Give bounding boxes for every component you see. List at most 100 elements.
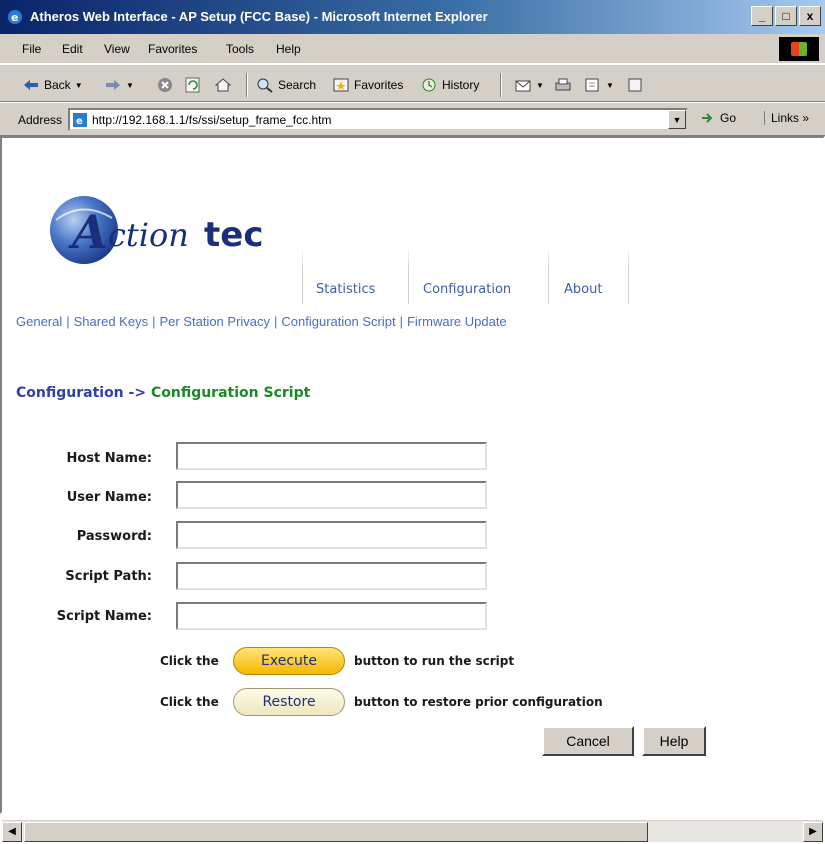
tab-divider — [628, 246, 629, 304]
minimize-button[interactable]: _ — [751, 6, 773, 26]
maximize-button[interactable]: □ — [775, 6, 797, 26]
host-name-input[interactable] — [176, 442, 487, 470]
search-label: Search — [278, 78, 317, 92]
edit-button[interactable]: ▼ — [584, 77, 614, 93]
history-icon — [422, 78, 436, 92]
subnav-shared-keys[interactable]: Shared Keys — [74, 314, 148, 329]
back-button[interactable]: Back ▼ — [22, 77, 83, 93]
scroll-left-icon[interactable]: ◀ — [2, 822, 22, 842]
subnav-separator: | — [66, 314, 70, 329]
toolbar: Back ▼ ▼ Search Favorites History ▼ ▼ — [0, 64, 825, 102]
execute-instruction-suffix: button to run the script — [354, 654, 515, 668]
horizontal-scrollbar[interactable]: ◀ ▶ — [2, 820, 823, 842]
menu-favorites[interactable]: Favorites — [148, 42, 197, 56]
links-button[interactable]: Links » — [764, 111, 809, 125]
script-path-label: Script Path: — [65, 569, 152, 584]
stop-button[interactable] — [156, 77, 174, 93]
script-path-input[interactable] — [176, 562, 487, 590]
subnav-separator: | — [152, 314, 156, 329]
ie-icon: e — [8, 10, 22, 24]
home-button[interactable] — [214, 77, 232, 93]
help-button[interactable]: Help — [642, 726, 706, 756]
go-arrow-icon — [702, 113, 713, 123]
script-name-label: Script Name: — [56, 609, 152, 624]
page-icon: e — [73, 113, 87, 127]
subnav-per-station-privacy[interactable]: Per Station Privacy — [159, 314, 270, 329]
restore-instruction-prefix: Click the — [160, 695, 219, 709]
window-titlebar: e Atheros Web Interface - AP Setup (FCC … — [0, 0, 825, 34]
subnav-separator: | — [399, 314, 403, 329]
history-label: History — [442, 78, 480, 92]
restore-button[interactable]: Restore — [233, 688, 345, 716]
tab-divider — [302, 246, 303, 304]
tab-about[interactable]: About — [564, 282, 602, 297]
favorites-icon — [333, 78, 349, 92]
edit-icon — [585, 78, 599, 92]
mail-dropdown-icon: ▼ — [536, 80, 544, 90]
window-controls: _ □ x — [751, 6, 821, 26]
go-button[interactable]: Go — [700, 111, 736, 125]
toolbar-separator — [500, 73, 502, 97]
print-button[interactable] — [554, 77, 572, 93]
script-name-input[interactable] — [176, 602, 487, 630]
cancel-button[interactable]: Cancel — [542, 726, 634, 756]
discuss-button[interactable] — [626, 77, 644, 93]
menu-file[interactable]: File — [22, 42, 41, 56]
tab-divider — [548, 246, 549, 304]
window-title: Atheros Web Interface - AP Setup (FCC Ba… — [30, 9, 488, 24]
address-url: http://192.168.1.1/fs/ssi/setup_frame_fc… — [92, 113, 332, 127]
forward-dropdown-icon: ▼ — [126, 80, 134, 90]
menu-view[interactable]: View — [104, 42, 130, 56]
close-button[interactable]: x — [799, 6, 821, 26]
execute-button[interactable]: Execute — [233, 647, 345, 675]
subnav-general[interactable]: General — [16, 314, 62, 329]
menu-help[interactable]: Help — [276, 42, 301, 56]
address-dropdown-icon[interactable]: ▼ — [668, 110, 686, 129]
search-button[interactable]: Search — [256, 77, 316, 93]
menu-edit[interactable]: Edit — [62, 42, 83, 56]
mail-button[interactable]: ▼ — [514, 77, 544, 93]
address-bar: Address e http://192.168.1.1/fs/ssi/setu… — [0, 102, 825, 136]
tab-statistics[interactable]: Statistics — [316, 282, 375, 297]
logo-ction: ction — [108, 216, 189, 254]
breadcrumb-section: Configuration — [16, 385, 124, 401]
edit-dropdown-icon: ▼ — [606, 80, 614, 90]
subnav-firmware-update[interactable]: Firmware Update — [407, 314, 507, 329]
address-label: Address — [18, 113, 63, 127]
favorites-button[interactable]: Favorites — [332, 77, 403, 93]
user-name-input[interactable] — [176, 481, 487, 509]
restore-instruction-suffix: button to restore prior configuration — [354, 695, 603, 709]
mail-icon — [515, 80, 531, 92]
user-name-label: User Name: — [66, 490, 152, 505]
stop-icon — [158, 78, 172, 92]
tab-divider — [408, 246, 409, 304]
home-icon — [214, 78, 232, 92]
breadcrumb-page: Configuration Script — [150, 385, 311, 401]
forward-button[interactable]: ▼ — [104, 77, 134, 93]
svg-text:e: e — [11, 11, 18, 24]
toolbar-separator — [246, 73, 248, 97]
back-dropdown-icon: ▼ — [74, 80, 83, 90]
forward-arrow-icon — [106, 80, 120, 90]
back-label: Back — [44, 78, 71, 92]
scrollbar-thumb[interactable] — [24, 822, 648, 842]
windows-logo-icon — [779, 37, 819, 61]
address-field[interactable]: e http://192.168.1.1/fs/ssi/setup_frame_… — [68, 108, 688, 131]
go-label: Go — [720, 111, 737, 125]
subnav-configuration-script[interactable]: Configuration Script — [281, 314, 395, 329]
subnav-separator: | — [274, 314, 278, 329]
refresh-button[interactable] — [184, 77, 202, 93]
logo-tec: tec — [204, 215, 263, 255]
search-icon — [257, 78, 273, 93]
scroll-right-icon[interactable]: ▶ — [803, 822, 823, 842]
refresh-icon — [185, 77, 200, 93]
menu-bar: File Edit View Favorites Tools Help — [0, 34, 825, 64]
breadcrumb: Configuration -> Configuration Script — [16, 385, 310, 401]
favorites-label: Favorites — [354, 78, 404, 92]
password-input[interactable] — [176, 521, 487, 549]
menu-tools[interactable]: Tools — [226, 42, 254, 56]
discuss-icon — [628, 78, 642, 92]
back-arrow-icon — [24, 80, 38, 90]
tab-configuration[interactable]: Configuration — [423, 282, 511, 297]
history-button[interactable]: History — [420, 77, 479, 93]
